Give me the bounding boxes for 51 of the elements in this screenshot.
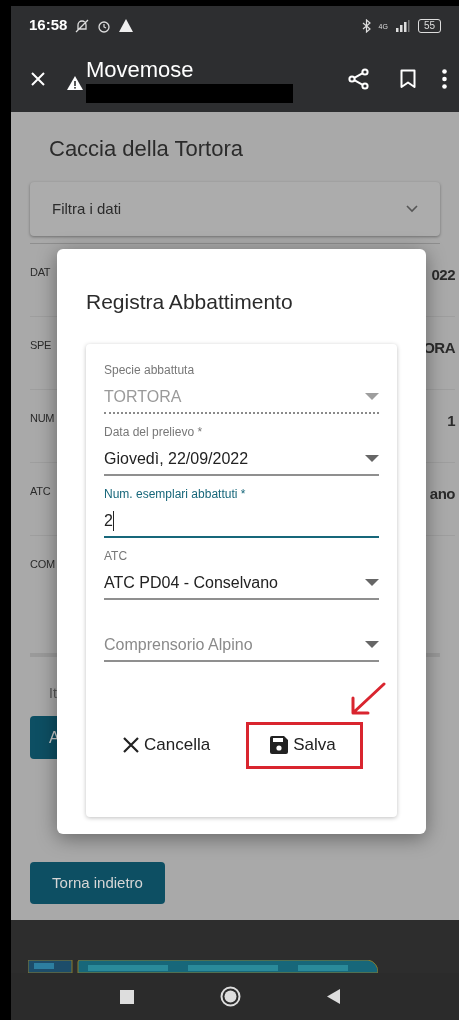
input-field[interactable]: 2	[104, 505, 379, 538]
field-value: TORTORA	[104, 386, 182, 407]
page-title: Caccia della Tortora	[49, 135, 245, 163]
field-label: Data del prelievo *	[104, 423, 204, 440]
alarm-clock-icon	[97, 18, 112, 33]
clock-time: 16:58	[29, 15, 68, 36]
field-placeholder: Comprensorio Alpino	[104, 634, 253, 655]
close-icon	[122, 736, 140, 754]
field-value: Giovedì, 22/09/2022	[104, 448, 249, 469]
close-icon[interactable]	[31, 71, 45, 86]
signal-icon	[395, 19, 410, 32]
share-icon[interactable]	[348, 67, 370, 90]
back-icon[interactable]	[327, 989, 340, 1004]
row-value: 022	[431, 265, 455, 285]
row-label: ATC	[30, 484, 51, 499]
recents-icon[interactable]	[120, 989, 134, 1004]
row-label: DAT	[30, 265, 51, 280]
dropdown-caret-icon[interactable]	[365, 578, 379, 587]
back-button[interactable]: Torna indietro	[30, 862, 165, 904]
select-field[interactable]: Comprensorio Alpino	[104, 629, 379, 662]
cancel-button[interactable]: Cancella	[114, 721, 219, 769]
row-label: NUM	[30, 411, 55, 426]
app-title: Movemose	[86, 58, 195, 82]
dropdown-caret-icon[interactable]	[365, 640, 379, 649]
pointer-arrow	[350, 682, 386, 716]
muted-bell-icon	[75, 18, 90, 33]
row-label: COM	[30, 557, 55, 572]
save-button[interactable]: Salva	[246, 721, 364, 769]
filter-label: Filtra i dati	[52, 198, 122, 219]
filter-panel[interactable]: Filtra i dati	[30, 182, 440, 236]
dialog-title: Registra Abbattimento	[86, 289, 294, 315]
note-text: It	[49, 684, 57, 703]
field-label: Specie abbattuta	[104, 361, 196, 378]
chevron-icon	[406, 205, 418, 213]
field-label: ATC	[104, 547, 129, 564]
more-options-icon[interactable]	[442, 68, 447, 89]
warning-icon[interactable]	[67, 75, 83, 90]
field-value: 2	[104, 510, 113, 531]
select-field[interactable]: ATC PD04 - Conselvano	[104, 567, 379, 600]
home-icon[interactable]	[220, 986, 241, 1007]
battery-level: 55	[417, 18, 441, 33]
bookmark-icon[interactable]	[400, 68, 416, 89]
bluetooth-icon	[361, 18, 371, 33]
row-label: SPE	[30, 338, 52, 353]
dropdown-caret-icon[interactable]	[365, 454, 379, 463]
row-value: 1	[447, 411, 455, 431]
field-value: ATC PD04 - Conselvano	[104, 572, 278, 593]
field-label: Num. esemplari abbattuti *	[104, 485, 247, 502]
row-value: ano	[429, 484, 455, 504]
warning-icon	[119, 19, 134, 32]
select-field[interactable]: Giovedì, 22/09/2022	[104, 443, 379, 476]
